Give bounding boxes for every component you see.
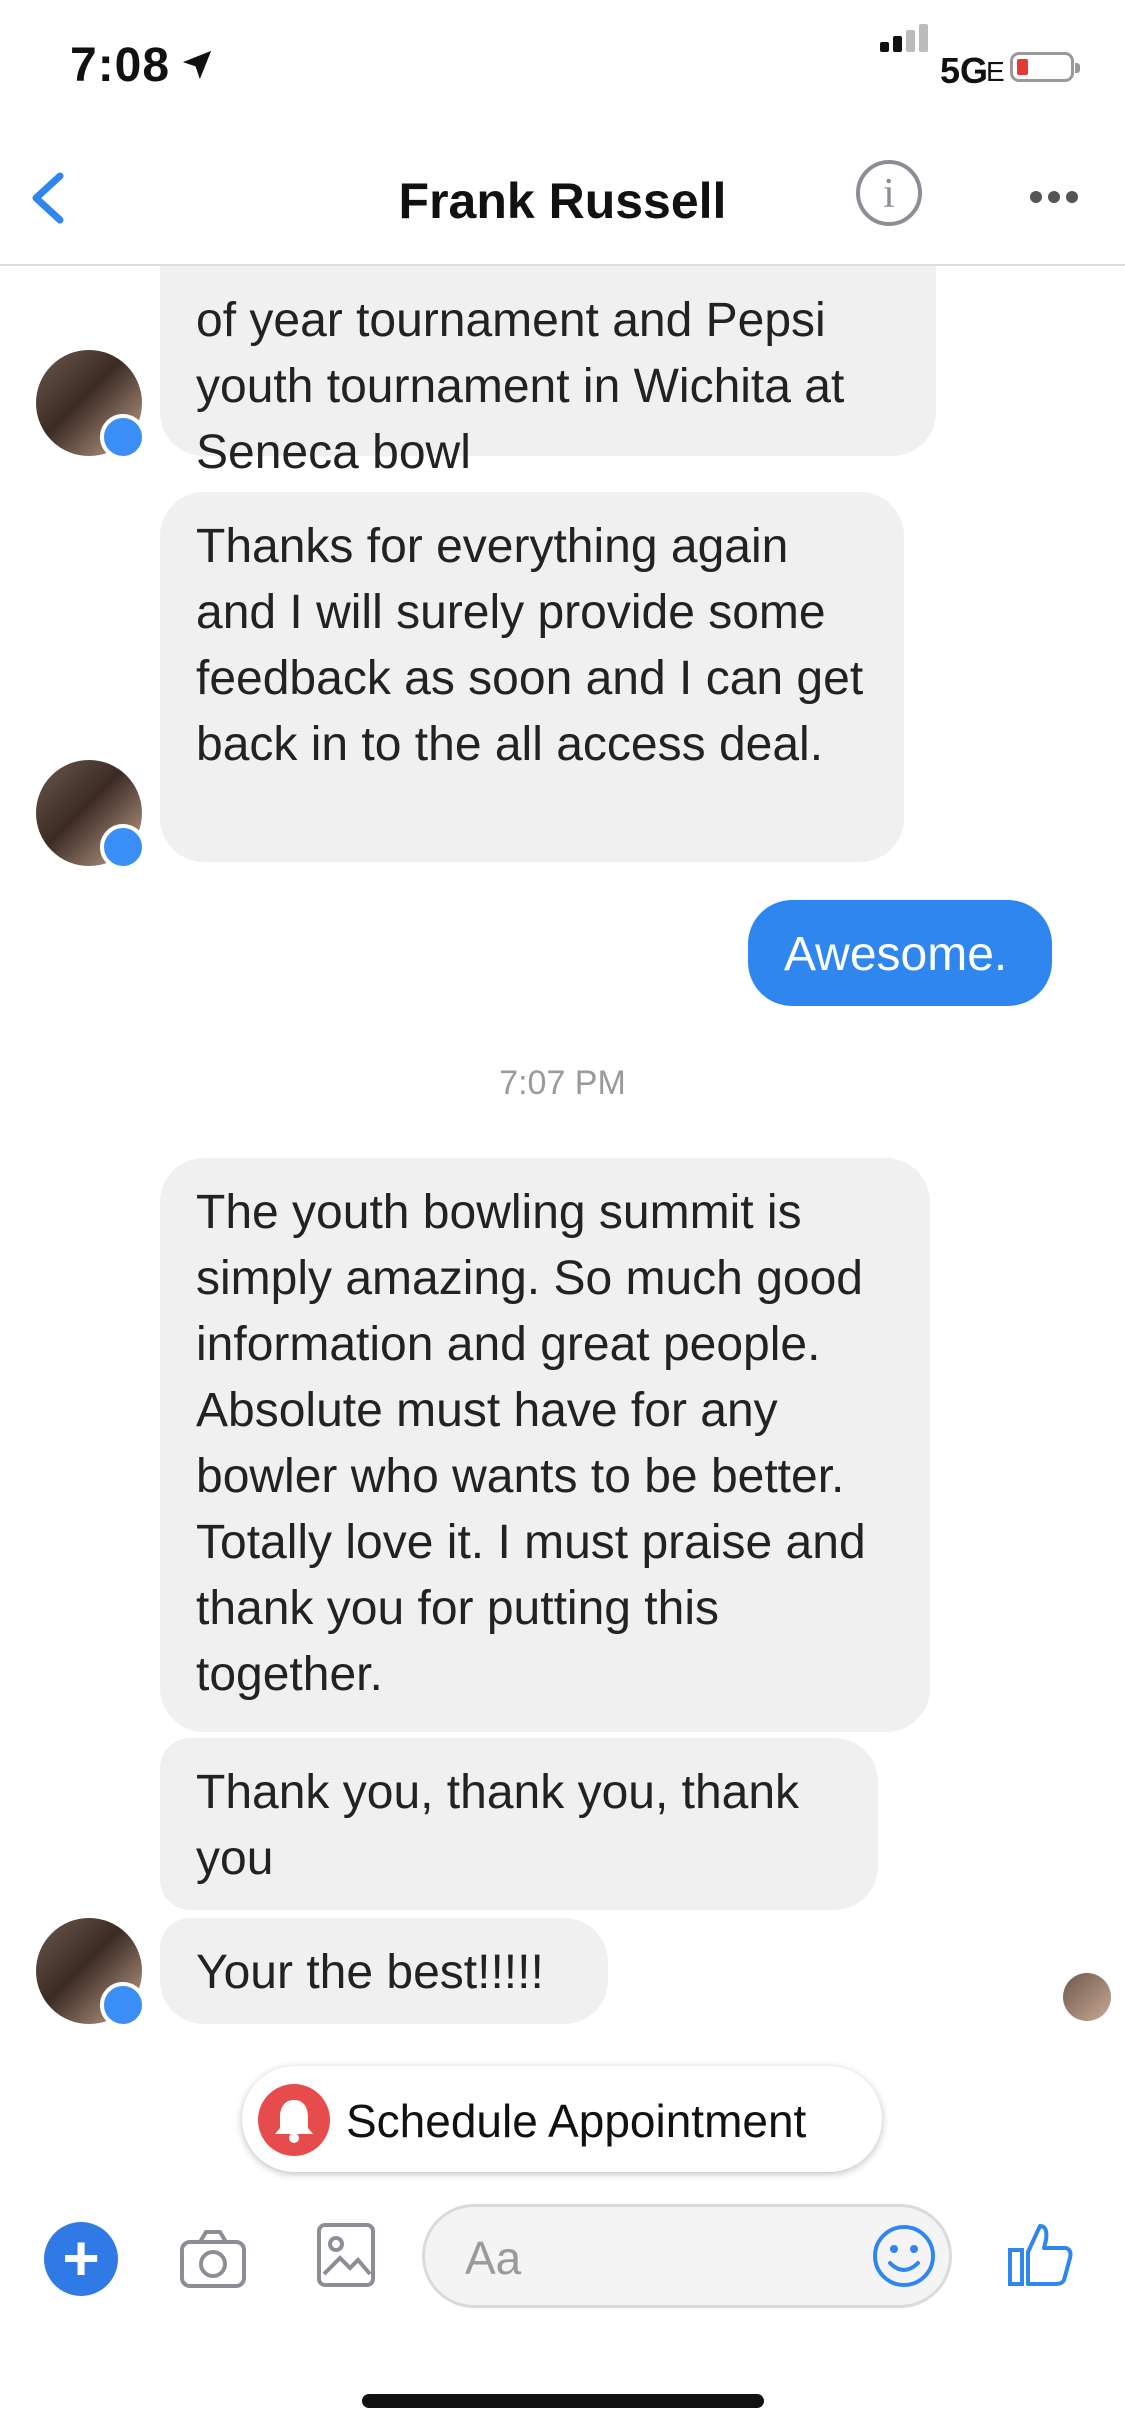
message-text: The youth bowling summit is simply amazi… — [196, 1186, 866, 1701]
message-input[interactable]: Aa — [422, 2204, 952, 2308]
message-bubble-incoming[interactable]: Thank you, thank you, thank you — [160, 1738, 878, 1910]
messenger-badge-icon — [100, 824, 146, 870]
message-input-placeholder: Aa — [465, 2232, 522, 2284]
thumbs-up-icon[interactable] — [1006, 2218, 1076, 2288]
emoji-icon[interactable] — [871, 2223, 937, 2289]
contact-name[interactable]: Frank Russell — [0, 172, 1125, 230]
schedule-appointment-button[interactable]: Schedule Appointment — [242, 2066, 882, 2172]
contact-avatar[interactable] — [36, 1918, 146, 2028]
message-bubble-incoming[interactable]: Thanks for everything again and I will s… — [160, 492, 904, 862]
message-text: Thanks for everything again and I will s… — [196, 520, 864, 771]
network-suffix: E — [986, 56, 1005, 87]
message-text: Your the best!!!!! — [196, 1946, 544, 1999]
status-time: 7:08 — [70, 39, 171, 92]
conversation-header: Frank Russell i — [0, 130, 1125, 266]
messenger-badge-icon — [100, 414, 146, 460]
message-bubble-outgoing[interactable]: Awesome. — [748, 900, 1052, 1006]
message-bubble-incoming[interactable]: The youth bowling summit is simply amazi… — [160, 1158, 930, 1732]
location-arrow-icon — [182, 50, 212, 80]
message-bubble-incoming[interactable]: Your the best!!!!! — [160, 1918, 608, 2024]
plus-icon[interactable]: + — [44, 2222, 118, 2296]
info-icon[interactable]: i — [856, 160, 922, 226]
seen-receipt-avatar — [1063, 1973, 1111, 2021]
battery-icon — [1010, 52, 1080, 82]
messenger-badge-icon — [100, 1982, 146, 2028]
network-type: 5G — [940, 50, 989, 91]
message-composer: + Aa — [0, 2190, 1125, 2350]
home-indicator[interactable] — [362, 2394, 764, 2408]
message-text: Awesome. — [784, 928, 1008, 981]
camera-icon[interactable] — [178, 2226, 248, 2292]
message-timestamp: 7:07 PM — [499, 1064, 626, 1102]
message-thread[interactable]: of year tournament and Pepsi youth tourn… — [0, 266, 1125, 2166]
message-text: Thank you, thank you, thank you — [196, 1766, 800, 1885]
contact-avatar[interactable] — [36, 760, 146, 870]
message-text: of year tournament and Pepsi youth tourn… — [196, 294, 845, 479]
message-bubble-incoming[interactable]: of year tournament and Pepsi youth tourn… — [160, 266, 936, 479]
schedule-appointment-label: Schedule Appointment — [346, 2095, 807, 2147]
more-options-icon[interactable] — [1030, 190, 1084, 208]
bell-icon — [258, 2084, 330, 2156]
gallery-icon[interactable] — [316, 2222, 376, 2288]
status-bar: 7:08 5G E — [0, 0, 1125, 130]
contact-avatar[interactable] — [36, 350, 146, 460]
